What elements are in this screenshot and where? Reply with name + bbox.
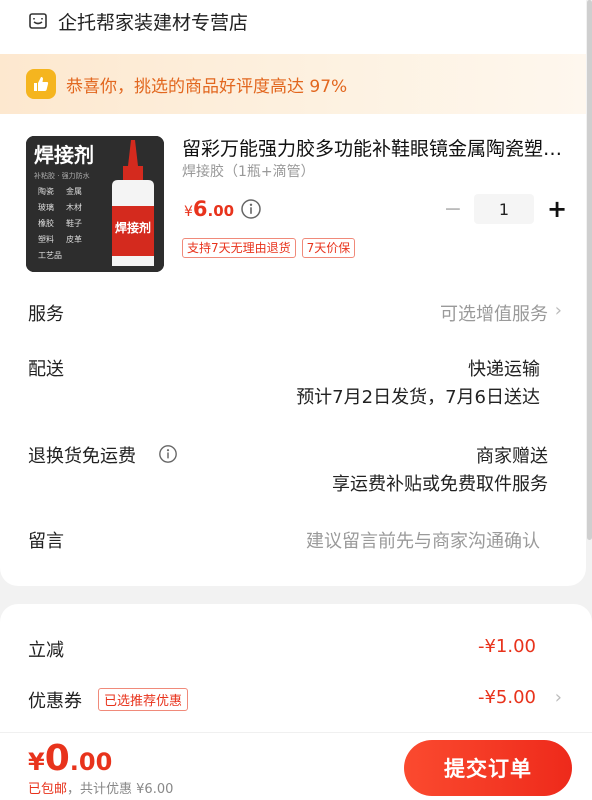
banner-text: 恭喜你，挑选的商品好评度高达 97% bbox=[66, 76, 348, 97]
shop-name[interactable]: 企托帮家装建材专营店 bbox=[58, 8, 248, 35]
product-image[interactable]: 焊接剂 补粘胶 · 强力防水 陶瓷 金属 玻璃 木材 橡胶 鞋子 塑料 皮革 工… bbox=[26, 136, 164, 272]
thumbs-up-icon bbox=[26, 69, 56, 99]
total-integer: 0 bbox=[44, 738, 70, 779]
price-currency: ¥ bbox=[184, 204, 193, 220]
submit-order-button[interactable]: 提交订单 bbox=[404, 740, 572, 796]
return-shipping-value: 商家赠送 bbox=[476, 446, 548, 467]
instant-discount-label: 立减 bbox=[28, 640, 64, 661]
product-spec[interactable]: 焊接胶（1瓶+滴管） bbox=[182, 161, 315, 181]
image-subtitle: 补粘胶 · 强力防水 bbox=[34, 171, 90, 180]
product-tags: 支持7天无理由退货 7天价保 bbox=[182, 238, 356, 258]
total-decimal: .00 bbox=[69, 748, 113, 776]
service-label: 服务 bbox=[28, 304, 64, 325]
scrollbar[interactable] bbox=[587, 0, 592, 540]
shop-icon bbox=[29, 13, 47, 29]
instant-discount-value: -¥1.00 bbox=[477, 636, 536, 657]
total-subtext: 已包邮，共计优惠 ¥6.00 bbox=[28, 778, 173, 797]
coupon-value[interactable]: -¥5.00 bbox=[478, 687, 536, 708]
chevron-right-icon[interactable]: › bbox=[555, 687, 562, 708]
bottle-label: 焊接剂 bbox=[115, 220, 151, 235]
message-label: 留言 bbox=[28, 531, 64, 552]
price-integer: 6 bbox=[192, 197, 208, 221]
shop-header[interactable]: 企托帮家装建材专营店 bbox=[28, 6, 248, 36]
rating-banner: 恭喜你，挑选的商品好评度高达 97% bbox=[0, 54, 586, 114]
delivery-label: 配送 bbox=[28, 359, 64, 380]
image-title: 焊接剂 bbox=[34, 143, 94, 167]
tag-price-protection: 7天价保 bbox=[301, 238, 356, 258]
image-feature: 塑料 bbox=[38, 234, 54, 244]
order-total: ¥ 0 .00 bbox=[28, 738, 112, 779]
coupon-label: 优惠券 bbox=[28, 691, 82, 712]
decrease-quantity-button[interactable]: − bbox=[444, 194, 462, 224]
delivery-eta: 预计7月2日发货，7月6日送达 bbox=[296, 387, 540, 408]
quantity-value[interactable]: 1 bbox=[474, 194, 534, 224]
image-feature: 玻璃 bbox=[38, 202, 54, 212]
image-feature: 木材 bbox=[66, 202, 82, 212]
image-feature: 鞋子 bbox=[66, 218, 82, 228]
increase-quantity-button[interactable]: + bbox=[546, 194, 568, 224]
chevron-right-icon[interactable]: › bbox=[555, 300, 562, 321]
image-feature: 陶瓷 bbox=[38, 186, 54, 196]
coupon-badge: 已选推荐优惠 bbox=[98, 688, 189, 711]
delivery-method: 快递运输 bbox=[468, 359, 540, 380]
return-shipping-detail: 享运费补贴或免费取件服务 bbox=[332, 474, 548, 495]
image-feature: 金属 bbox=[66, 186, 82, 196]
price-info-icon[interactable] bbox=[240, 198, 262, 220]
savings-note: ，共计优惠 ¥6.00 bbox=[67, 782, 174, 797]
message-input[interactable]: 建议留言前先与商家沟通确认 bbox=[306, 527, 540, 553]
quantity-stepper: − 1 + bbox=[444, 194, 568, 224]
return-info-icon[interactable] bbox=[158, 444, 178, 464]
product-title[interactable]: 留彩万能强力胶多功能补鞋眼镜金属陶瓷塑料玻璃木材强力胶水 bbox=[182, 134, 572, 161]
image-feature: 工艺品 bbox=[38, 251, 62, 260]
service-value[interactable]: 可选增值服务 bbox=[440, 300, 548, 326]
image-feature: 皮革 bbox=[66, 234, 82, 244]
total-currency: ¥ bbox=[28, 748, 45, 776]
product-price: ¥ 6 .00 bbox=[184, 197, 234, 221]
shipping-note: 已包邮 bbox=[28, 782, 68, 797]
image-feature: 橡胶 bbox=[38, 218, 54, 228]
return-shipping-label: 退换货免运费 bbox=[28, 446, 136, 467]
price-decimal: .00 bbox=[207, 202, 235, 220]
tag-return-policy: 支持7天无理由退货 bbox=[182, 238, 296, 258]
